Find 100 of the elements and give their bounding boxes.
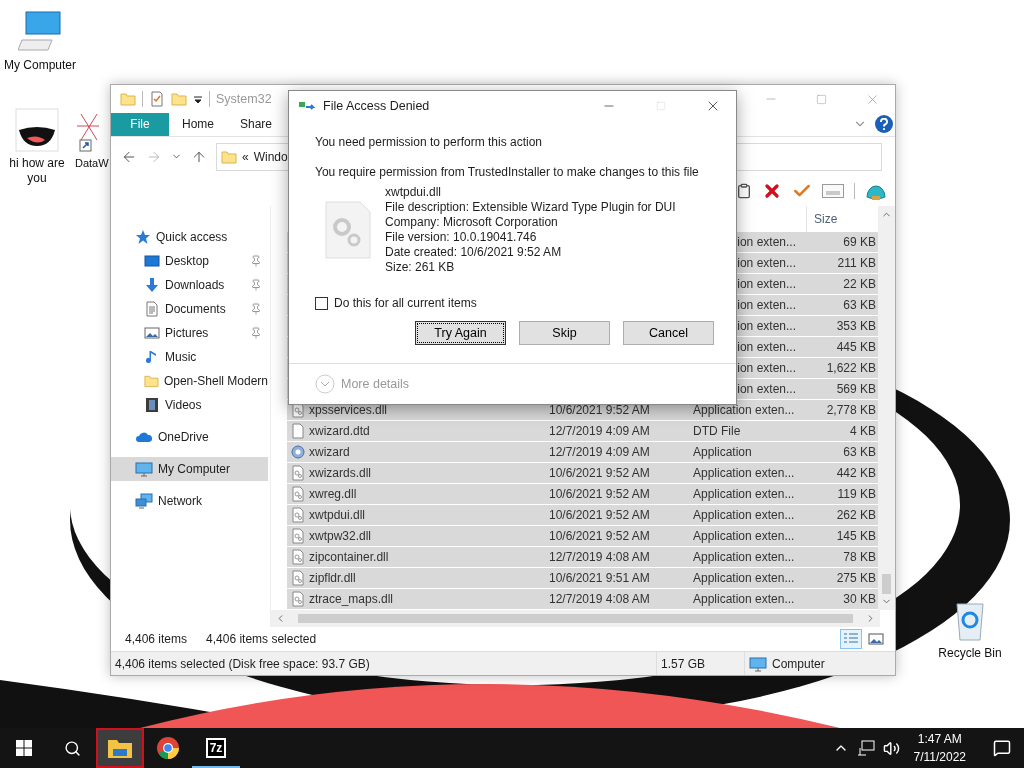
nav-item[interactable]: Music bbox=[111, 345, 268, 370]
table-cell-text: zipfldr.dll bbox=[309, 571, 357, 586]
nav-item[interactable]: Downloads bbox=[111, 273, 268, 298]
clipboard-icon[interactable] bbox=[736, 183, 752, 200]
table-cell-text: 10/6/2021 9:52 AM bbox=[548, 403, 651, 418]
table-cell-text: ion exten... bbox=[736, 340, 797, 355]
table-cell-text: 22 KB bbox=[842, 277, 877, 292]
nav-item[interactable]: OneDrive bbox=[111, 425, 268, 450]
network-icon[interactable] bbox=[856, 740, 875, 756]
desktop-icon-label[interactable]: My Computer bbox=[4, 58, 76, 73]
nav-item[interactable]: Quick access bbox=[111, 225, 268, 250]
computer-icon bbox=[18, 10, 62, 54]
file-row[interactable]: xwizards.dll 10/6/2021 9:52 AM Application exten... 442 KB bbox=[287, 463, 878, 485]
table-cell-text: 12/7/2019 4:09 AM bbox=[548, 424, 651, 439]
table-cell-text: Application exten... bbox=[693, 529, 796, 544]
table-cell-text: 445 KB bbox=[835, 340, 877, 355]
table-cell-text: 30 KB bbox=[842, 592, 877, 607]
ribbon-tab[interactable]: Share bbox=[227, 113, 285, 136]
table-cell-text: 10/6/2021 9:51 AM bbox=[548, 571, 651, 586]
file-detail: Company: Microsoft Corporation bbox=[385, 215, 559, 230]
table-cell-text: 4 KB bbox=[849, 424, 877, 439]
app-icon bbox=[291, 444, 305, 461]
file-detail: File version: 10.0.19041.746 bbox=[385, 230, 538, 245]
nav-item[interactable]: Network bbox=[111, 489, 268, 514]
checkbox[interactable] bbox=[315, 296, 328, 310]
file-gear-icon bbox=[291, 465, 305, 482]
horizontal-scrollbar[interactable] bbox=[271, 610, 880, 628]
card-icon[interactable] bbox=[822, 184, 844, 199]
desktop-icon bbox=[144, 253, 160, 270]
cartoon-icon bbox=[15, 108, 59, 152]
file-row[interactable]: xwtpw32.dll 10/6/2021 9:52 AM Application exten... 145 KB bbox=[287, 526, 878, 548]
help-icon[interactable] bbox=[875, 115, 893, 134]
scroll-thumb[interactable] bbox=[882, 574, 891, 595]
file-gear-icon bbox=[291, 570, 305, 587]
nav-item[interactable]: Pictures bbox=[111, 321, 268, 346]
file-icon bbox=[291, 423, 305, 440]
table-cell-text: Application exten... bbox=[693, 466, 796, 481]
table-cell-text: 1,622 KB bbox=[825, 361, 877, 376]
file-detail: Date created: 10/6/2021 9:52 AM bbox=[385, 245, 563, 260]
status-text: Computer bbox=[772, 656, 825, 671]
file-detail: Size: 261 KB bbox=[385, 260, 456, 275]
checkbox-label[interactable]: Do this for all current items bbox=[334, 294, 477, 312]
ribbon-tab[interactable]: Home bbox=[169, 113, 227, 136]
dialog-button[interactable]: Skip bbox=[519, 321, 610, 345]
folder-icon bbox=[171, 91, 187, 107]
maximize-icon bbox=[816, 93, 827, 105]
table-cell-text: xwtpdui.dll bbox=[309, 508, 367, 523]
scroll-thumb[interactable] bbox=[298, 614, 853, 624]
windows-logo-icon bbox=[16, 740, 32, 756]
nav-item[interactable]: Open-Shell Modern bbox=[111, 369, 268, 394]
properties-icon bbox=[149, 91, 165, 107]
taskbar-app[interactable]: 7z bbox=[192, 728, 240, 768]
file-row[interactable]: ztrace_maps.dll 12/7/2019 4:08 AM Application exten... 30 KB bbox=[287, 589, 878, 611]
clock[interactable]: 1:47 AM 7/11/2022 bbox=[907, 730, 972, 766]
file-row[interactable]: xwtpdui.dll 10/6/2021 9:52 AM Application exten... 262 KB bbox=[287, 505, 878, 527]
taskbar-app[interactable] bbox=[96, 728, 144, 768]
file-row[interactable]: xwreg.dll 10/6/2021 9:52 AM Application exten... 119 KB bbox=[287, 484, 878, 506]
vertical-scrollbar[interactable] bbox=[878, 206, 895, 611]
nav-item[interactable]: Documents bbox=[111, 297, 268, 322]
folder-icon bbox=[144, 373, 159, 390]
details-view-button[interactable] bbox=[840, 629, 862, 650]
expand-icon bbox=[315, 374, 335, 394]
dialog-title: File Access Denied bbox=[323, 99, 430, 113]
table-cell-text: ion exten... bbox=[736, 235, 797, 250]
file-row[interactable]: xwizard 12/7/2019 4:09 AM Application 63 KB bbox=[287, 442, 878, 464]
dialog-button[interactable]: Try Again bbox=[415, 321, 506, 345]
file-row[interactable]: zipfldr.dll 10/6/2021 9:51 AM Application exten... 275 KB bbox=[287, 568, 878, 590]
maximize-icon bbox=[656, 101, 666, 111]
table-cell-text: ion exten... bbox=[736, 382, 797, 397]
pin-icon bbox=[250, 327, 262, 340]
file-detail: File description: Extensible Wizard Type Plugin for DUI bbox=[385, 200, 676, 215]
document-icon bbox=[144, 301, 160, 318]
table-cell-text: 63 KB bbox=[842, 298, 877, 313]
network-icon bbox=[135, 493, 153, 510]
dialog-button[interactable]: Cancel bbox=[623, 321, 714, 345]
desktop-icon-label[interactable]: Recycle Bin bbox=[938, 646, 1002, 661]
desktop-icon-label[interactable]: DataW bbox=[75, 156, 109, 171]
table-cell-text: 12/7/2019 4:08 AM bbox=[548, 550, 651, 565]
selected-count: 4,406 items selected bbox=[206, 632, 317, 647]
table-cell-text: xwtpw32.dll bbox=[309, 529, 373, 544]
table-cell-text: Application exten... bbox=[693, 487, 796, 502]
status-text: 4,406 items selected (Disk free space: 93.7 GB) bbox=[115, 656, 370, 671]
file-gear-icon bbox=[291, 507, 305, 524]
file-gear-icon bbox=[291, 528, 305, 545]
notification-icon bbox=[993, 739, 1011, 757]
table-cell-text: 569 KB bbox=[835, 382, 877, 397]
volume-icon[interactable] bbox=[882, 739, 900, 757]
table-cell-text: 78 KB bbox=[842, 550, 877, 565]
pin-icon bbox=[250, 303, 262, 316]
nav-item[interactable]: Desktop bbox=[111, 249, 268, 274]
table-cell-text: 12/7/2019 4:09 AM bbox=[548, 445, 651, 460]
file-row[interactable]: xwizard.dtd 12/7/2019 4:09 AM DTD File 4 KB bbox=[287, 421, 878, 443]
nav-item[interactable]: Videos bbox=[111, 393, 268, 418]
table-cell-text: Application exten... bbox=[693, 550, 796, 565]
table-cell-text: 10/6/2021 9:52 AM bbox=[548, 529, 651, 544]
nav-item[interactable]: My Computer bbox=[111, 457, 268, 482]
folder-icon bbox=[221, 148, 237, 165]
desktop-icon-label[interactable]: hi how are you bbox=[2, 156, 72, 186]
pin-icon bbox=[250, 255, 262, 268]
file-row[interactable]: zipcontainer.dll 12/7/2019 4:08 AM Application exten... 78 KB bbox=[287, 547, 878, 569]
